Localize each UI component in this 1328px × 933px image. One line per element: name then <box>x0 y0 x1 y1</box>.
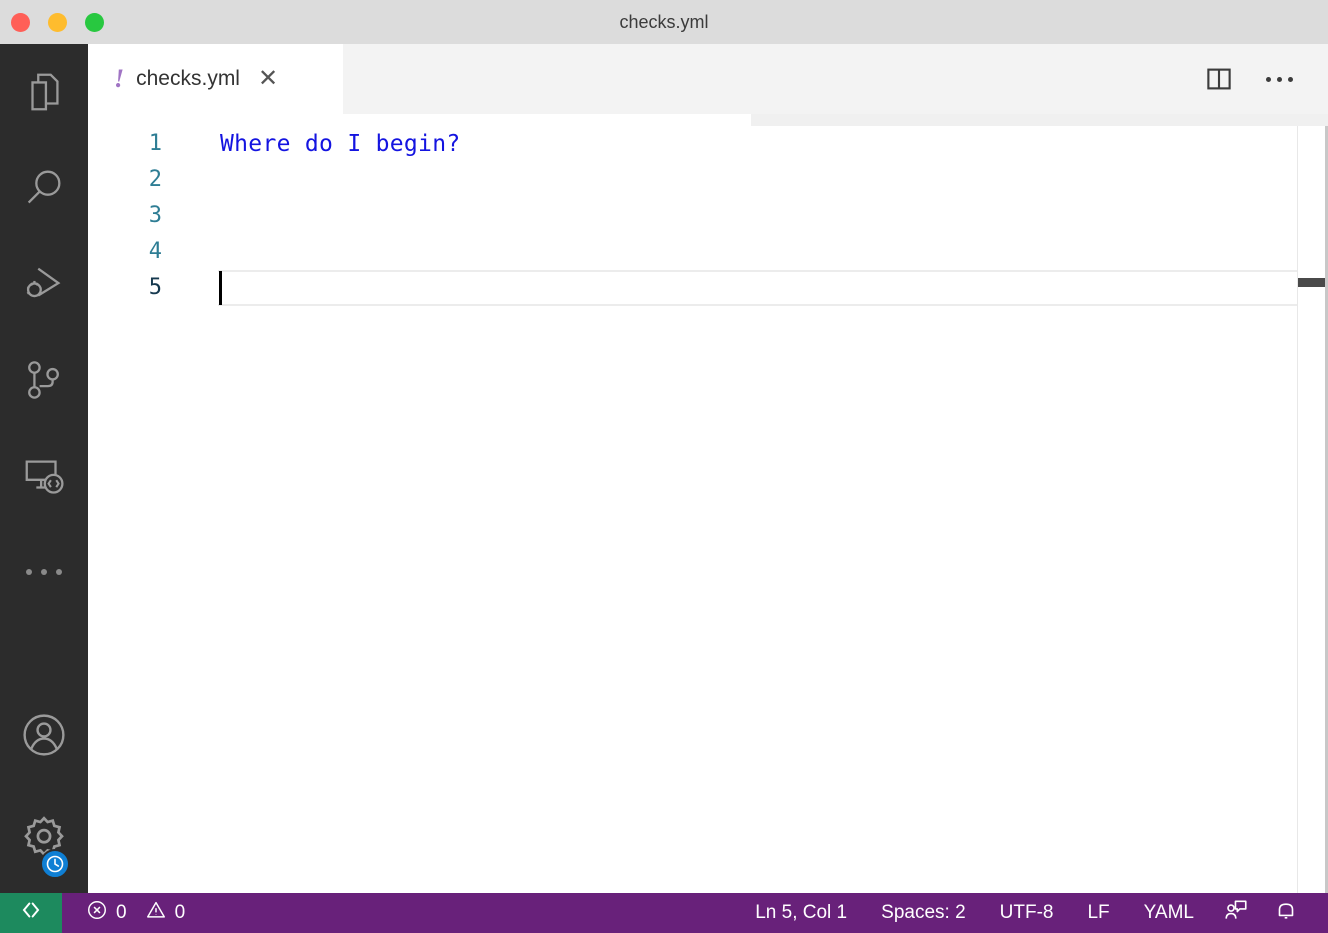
overview-ruler-mark <box>1298 278 1328 287</box>
code-line: Where do I begin? <box>220 126 1328 162</box>
sidebar-item-search[interactable] <box>0 140 88 236</box>
status-eol[interactable]: LF <box>1071 893 1125 933</box>
status-remote-indicator[interactable] <box>0 893 62 933</box>
editor-tab-bar: ! checks.yml ✕ <box>88 44 1328 114</box>
feedback-person-speech-icon <box>1223 897 1249 929</box>
code-line-text: Where do I begin? <box>220 131 461 157</box>
code-editor[interactable]: 1 2 3 4 5 Where do I begin? <box>88 126 1328 893</box>
status-indentation[interactable]: Spaces: 2 <box>865 893 982 933</box>
status-language-mode[interactable]: YAML <box>1128 893 1210 933</box>
remote-explorer-icon <box>21 453 67 499</box>
sidebar-item-source-control[interactable] <box>0 332 88 428</box>
yaml-exclamation-icon: ! <box>114 64 125 93</box>
sidebar-item-remote-explorer[interactable] <box>0 428 88 524</box>
maximize-window-button[interactable] <box>85 12 104 32</box>
window-title: checks.yml <box>619 12 709 32</box>
source-control-branch-icon <box>21 357 67 403</box>
status-feedback[interactable] <box>1212 893 1260 933</box>
split-editor-right-icon[interactable] <box>1202 62 1236 96</box>
status-encoding[interactable]: UTF-8 <box>984 893 1070 933</box>
line-number: 3 <box>148 203 162 228</box>
sidebar-item-manage-settings[interactable] <box>0 783 88 893</box>
error-circle-icon <box>86 899 108 927</box>
sidebar-item-explorer[interactable] <box>0 44 88 140</box>
close-window-button[interactable] <box>11 12 30 32</box>
remote-open-icon <box>18 897 44 929</box>
activity-bar <box>0 44 88 893</box>
warning-triangle-icon <box>145 899 167 927</box>
account-person-icon <box>19 710 69 760</box>
status-bar-left: 0 0 <box>62 893 196 933</box>
window-traffic-lights <box>11 0 104 44</box>
vscode-window: checks.yml ! checks.yml ✕ 1 2 3 4 5 Wher… <box>0 0 1328 933</box>
sidebar-item-accounts[interactable] <box>0 687 88 783</box>
editor-group: ! checks.yml ✕ 1 2 3 4 5 Where do I begi… <box>88 44 1328 893</box>
code-lines[interactable]: Where do I begin? <box>220 126 1328 893</box>
editor-tab-label: checks.yml <box>136 67 240 90</box>
line-number: 4 <box>148 239 162 264</box>
status-bar-right: Ln 5, Col 1 Spaces: 2 UTF-8 LF YAML <box>739 893 1328 933</box>
additional-views-ellipsis-icon <box>0 537 88 607</box>
window-title-bar: checks.yml <box>0 0 1328 44</box>
explorer-files-icon <box>21 69 67 115</box>
minimize-window-button[interactable] <box>48 12 67 32</box>
editor-tab-checks-yml[interactable]: ! checks.yml ✕ <box>88 44 343 114</box>
sidebar-item-run-and-debug[interactable] <box>0 236 88 332</box>
more-actions-ellipsis-icon[interactable] <box>1262 62 1296 96</box>
editor-actions <box>1202 44 1328 114</box>
text-cursor <box>219 271 222 305</box>
line-number-gutter: 1 2 3 4 5 <box>88 126 188 893</box>
line-number-active: 5 <box>148 275 162 300</box>
pending-update-clock-badge <box>40 849 70 879</box>
search-icon <box>21 165 67 211</box>
status-problems[interactable]: 0 0 <box>75 893 196 933</box>
line-number: 1 <box>148 131 162 156</box>
status-bar: 0 0 Ln 5, Col 1 Spaces: 2 UTF-8 LF YAML <box>0 893 1328 933</box>
breadcrumb <box>88 114 1328 126</box>
status-cursor-position[interactable]: Ln 5, Col 1 <box>739 893 863 933</box>
bell-icon <box>1273 897 1299 929</box>
overview-ruler[interactable] <box>1297 126 1328 893</box>
sidebar-item-additional-views[interactable] <box>0 524 88 620</box>
warning-count: 0 <box>174 902 186 923</box>
current-line-highlight <box>218 270 1322 306</box>
error-count: 0 <box>116 902 127 923</box>
line-number: 2 <box>148 167 162 192</box>
status-notifications[interactable] <box>1262 893 1310 933</box>
close-icon[interactable]: ✕ <box>258 67 278 91</box>
run-and-debug-icon <box>21 261 67 307</box>
